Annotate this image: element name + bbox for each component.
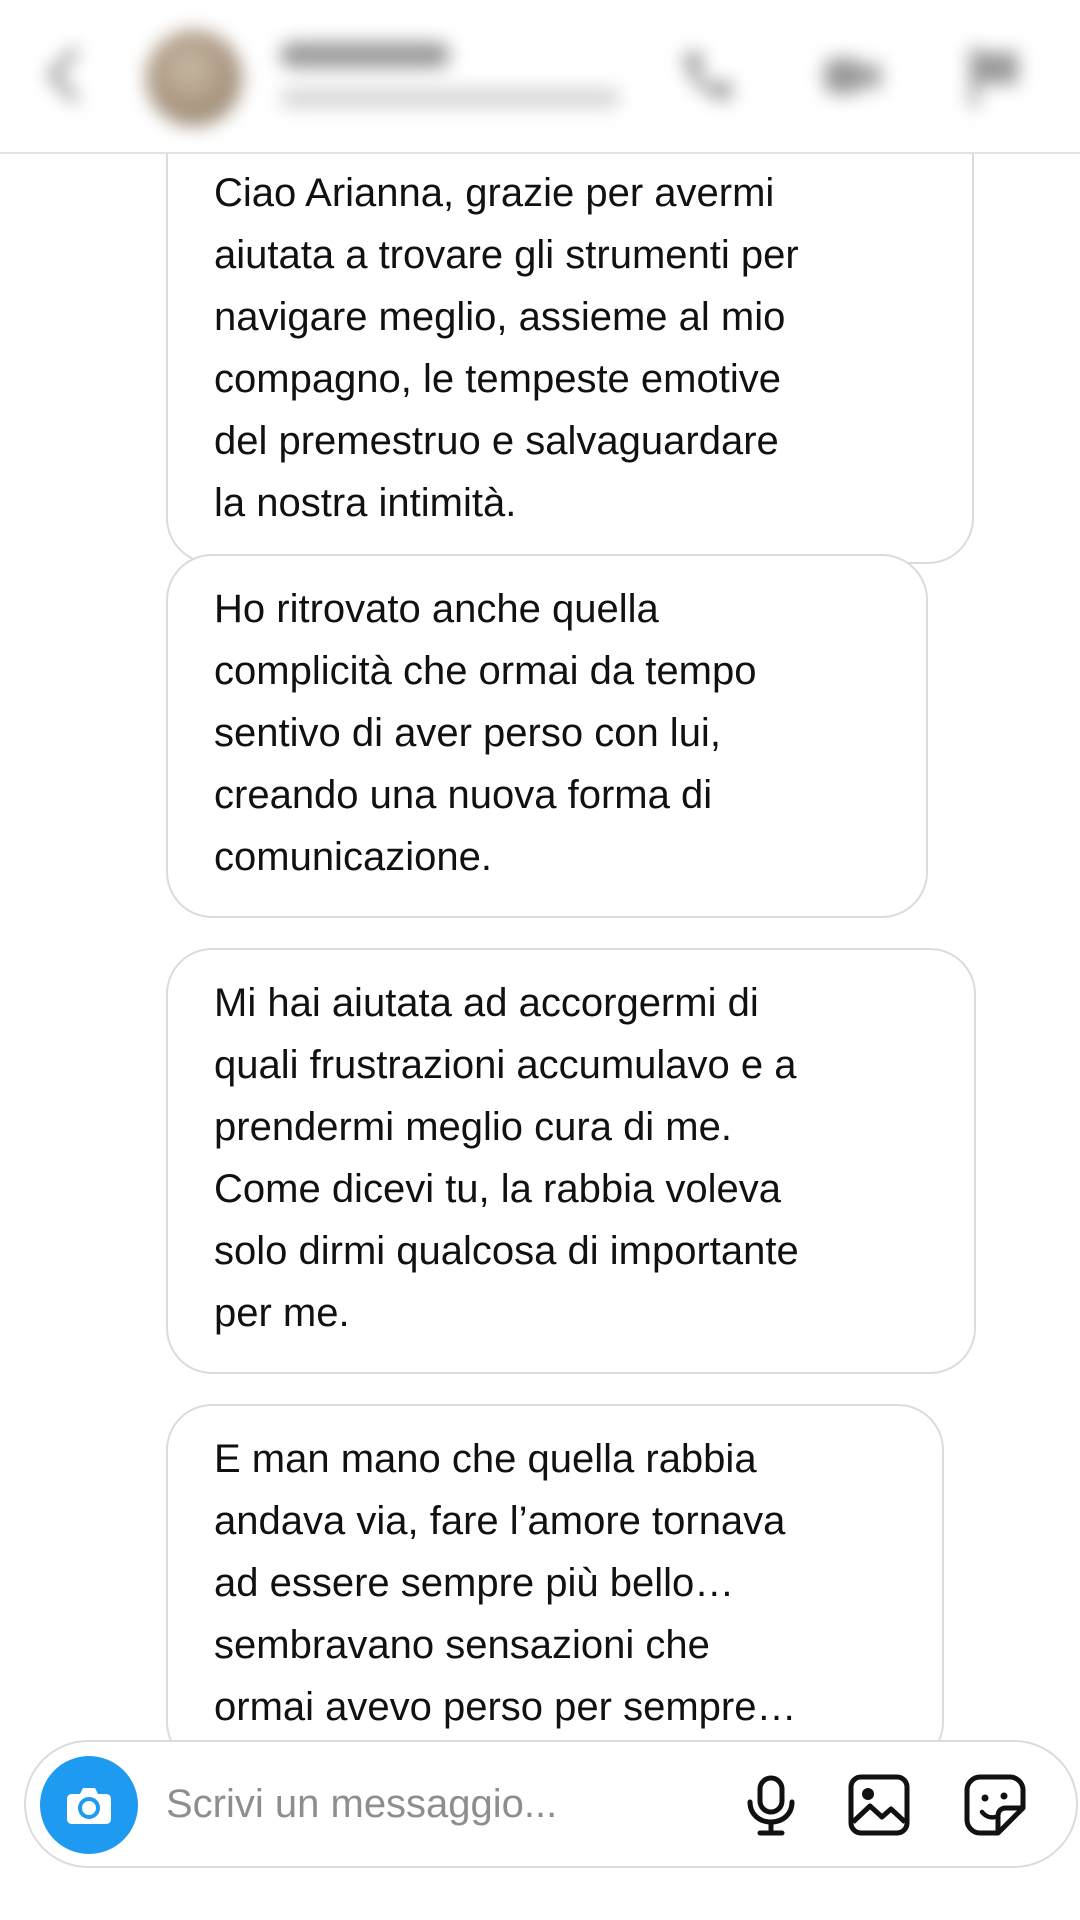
phone-icon[interactable]	[676, 44, 740, 108]
message-bubble[interactable]: E man mano che quella rabbia andava via,…	[166, 1404, 944, 1746]
contact-status	[280, 88, 620, 108]
camera-button[interactable]	[40, 1756, 138, 1854]
avatar[interactable]	[146, 30, 242, 126]
blurred-header-content	[0, 0, 1080, 152]
message-input[interactable]	[166, 1772, 606, 1836]
video-icon[interactable]	[820, 44, 884, 108]
message-thread[interactable]: Ciao Arianna, grazie per avermi aiutata …	[0, 152, 1080, 1746]
chevron-left-icon[interactable]	[46, 48, 80, 102]
chat-header	[0, 0, 1080, 154]
camera-icon	[67, 1788, 111, 1824]
flag-icon[interactable]	[964, 44, 1028, 108]
message-bubble[interactable]: Ciao Arianna, grazie per avermi aiutata …	[166, 152, 974, 564]
message-composer	[24, 1740, 1078, 1868]
message-bubble[interactable]: Mi hai aiutata ad accorgermi di quali fr…	[166, 948, 976, 1374]
sticker-icon[interactable]	[962, 1772, 1028, 1838]
microphone-icon[interactable]	[738, 1772, 804, 1838]
contact-name[interactable]	[280, 42, 450, 68]
image-icon[interactable]	[846, 1772, 912, 1838]
message-bubble[interactable]: Ho ritrovato anche quella complicità che…	[166, 554, 928, 918]
chat-screen: Ciao Arianna, grazie per avermi aiutata …	[0, 0, 1080, 1920]
